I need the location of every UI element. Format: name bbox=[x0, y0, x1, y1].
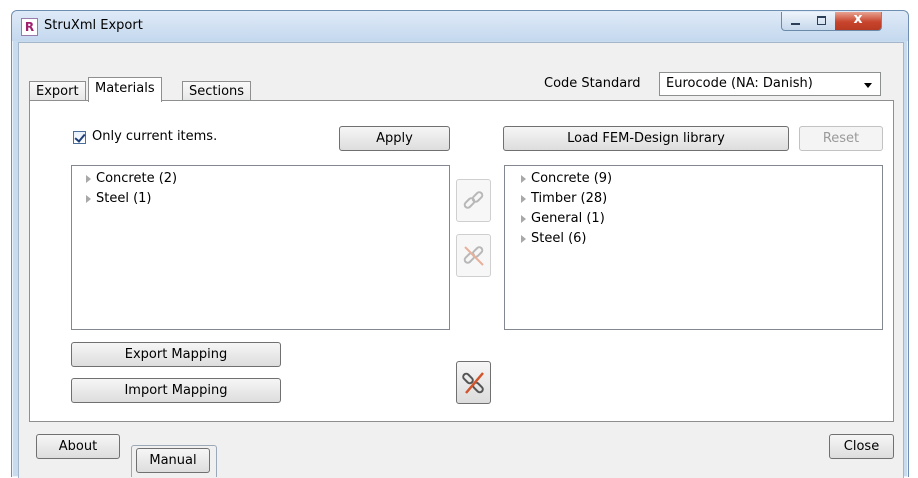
tree-item[interactable]: Concrete (2) bbox=[86, 171, 178, 186]
expand-arrow-icon[interactable] bbox=[86, 195, 91, 203]
tree-item-label: Steel (1) bbox=[96, 191, 152, 206]
tree-item[interactable]: Timber (28) bbox=[521, 191, 608, 206]
export-mapping-button[interactable]: Export Mapping bbox=[71, 342, 281, 367]
unlink-button[interactable] bbox=[456, 234, 491, 277]
maximize-button[interactable] bbox=[808, 12, 836, 31]
reset-button[interactable]: Reset bbox=[799, 126, 883, 151]
tree-item-label: Timber (28) bbox=[531, 191, 608, 206]
code-standard-value: Eurocode (NA: Danish) bbox=[666, 76, 813, 91]
tab-materials[interactable]: Materials bbox=[88, 77, 162, 102]
link-icon bbox=[463, 191, 484, 209]
export-window: R StruXml Export x Export Materials Sect… bbox=[11, 10, 909, 478]
expand-arrow-icon[interactable] bbox=[521, 235, 526, 243]
title-bar[interactable]: R StruXml Export x bbox=[12, 11, 908, 41]
expand-arrow-icon[interactable] bbox=[86, 175, 91, 183]
only-current-checkbox[interactable] bbox=[73, 131, 86, 144]
unlink-icon bbox=[463, 246, 484, 266]
link-button[interactable] bbox=[456, 179, 491, 222]
manual-button[interactable]: Manual bbox=[136, 448, 210, 473]
minimize-button[interactable] bbox=[781, 12, 810, 31]
close-button[interactable]: Close bbox=[829, 434, 894, 459]
import-mapping-button[interactable]: Import Mapping bbox=[71, 378, 281, 403]
tree-item-label: General (1) bbox=[531, 211, 605, 226]
tree-item-label: Concrete (9) bbox=[531, 171, 613, 186]
chevron-down-icon bbox=[864, 83, 872, 88]
code-standard-select[interactable]: Eurocode (NA: Danish) bbox=[659, 72, 881, 96]
tree-item-label: Steel (6) bbox=[531, 231, 587, 246]
unlink-all-button[interactable] bbox=[456, 361, 491, 404]
tab-sections[interactable]: Sections bbox=[182, 81, 252, 101]
tree-item[interactable]: Concrete (9) bbox=[521, 171, 613, 186]
load-library-button[interactable]: Load FEM-Design library bbox=[503, 126, 789, 151]
about-button[interactable]: About bbox=[36, 434, 120, 459]
window-title: StruXml Export bbox=[44, 18, 143, 33]
dialog-content: Export Materials Sections Code Standard … bbox=[18, 42, 904, 478]
manual-tab: Manual bbox=[131, 445, 217, 477]
window-close-button[interactable]: x bbox=[835, 11, 882, 31]
tree-item-label: Concrete (2) bbox=[96, 171, 178, 186]
close-icon: x bbox=[853, 11, 863, 27]
unlink-all-icon bbox=[462, 372, 484, 394]
tree-item[interactable]: Steel (1) bbox=[86, 191, 152, 206]
library-materials-list[interactable]: Concrete (9) Timber (28) General (1) Ste… bbox=[504, 165, 883, 330]
app-icon: R bbox=[21, 18, 38, 36]
tab-export[interactable]: Export bbox=[29, 81, 86, 101]
code-standard-label: Code Standard bbox=[544, 76, 641, 91]
tree-item[interactable]: General (1) bbox=[521, 211, 605, 226]
only-current-label: Only current items. bbox=[92, 129, 218, 144]
apply-button[interactable]: Apply bbox=[339, 126, 450, 151]
expand-arrow-icon[interactable] bbox=[521, 175, 526, 183]
project-materials-list[interactable]: Concrete (2) Steel (1) bbox=[71, 165, 450, 330]
expand-arrow-icon[interactable] bbox=[521, 215, 526, 223]
expand-arrow-icon[interactable] bbox=[521, 195, 526, 203]
tree-item[interactable]: Steel (6) bbox=[521, 231, 587, 246]
